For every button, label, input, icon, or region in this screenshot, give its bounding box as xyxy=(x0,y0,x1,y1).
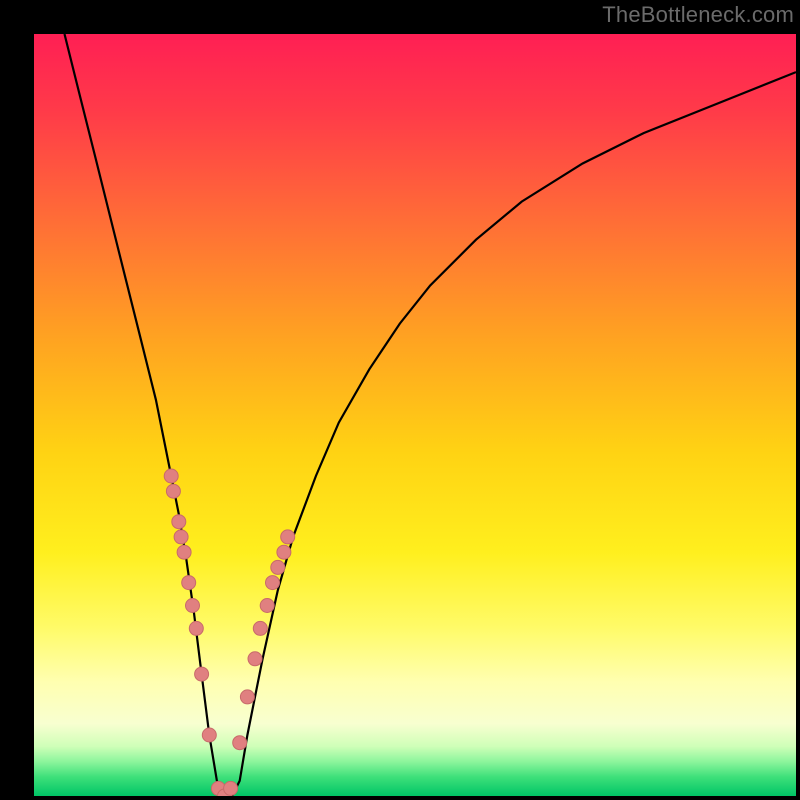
data-point xyxy=(260,599,274,613)
data-point xyxy=(253,621,267,635)
data-point xyxy=(174,530,188,544)
chart-svg xyxy=(34,34,796,796)
data-point xyxy=(224,781,238,795)
data-point xyxy=(177,545,191,559)
plot-area xyxy=(34,34,796,796)
data-point xyxy=(271,560,285,574)
data-point xyxy=(266,576,280,590)
data-point xyxy=(277,545,291,559)
data-point xyxy=(189,621,203,635)
data-point xyxy=(233,736,247,750)
data-point xyxy=(195,667,209,681)
data-point xyxy=(240,690,254,704)
data-point xyxy=(182,576,196,590)
data-point xyxy=(186,599,200,613)
data-point xyxy=(172,515,186,529)
data-point xyxy=(281,530,295,544)
chart-frame: TheBottleneck.com xyxy=(0,0,800,800)
data-point xyxy=(248,652,262,666)
data-point xyxy=(166,484,180,498)
gradient-background xyxy=(34,34,796,796)
data-point xyxy=(164,469,178,483)
watermark-text: TheBottleneck.com xyxy=(602,2,794,28)
data-point xyxy=(202,728,216,742)
